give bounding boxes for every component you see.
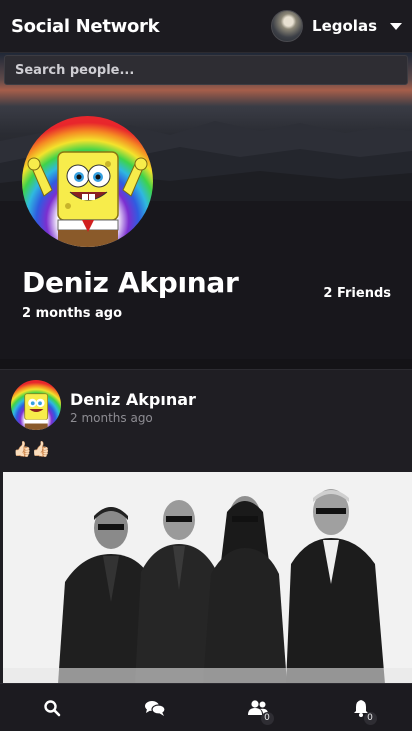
post-card: Deniz Akpınar 2 months ago 👍🏻👍🏻	[0, 369, 412, 683]
top-bar: Social Network Legolas	[0, 0, 412, 53]
spongebob-avatar-icon	[22, 116, 153, 247]
nav-friends-button[interactable]: 0	[233, 688, 283, 728]
post-timestamp: 2 months ago	[70, 411, 153, 425]
notifications-badge: 0	[363, 711, 377, 725]
search-input[interactable]	[5, 56, 407, 84]
band-photo-image	[3, 472, 412, 683]
nav-messages-button[interactable]	[130, 688, 180, 728]
app-title[interactable]: Social Network	[11, 16, 160, 37]
profile-avatar[interactable]	[22, 116, 153, 247]
user-name[interactable]: Legolas	[312, 17, 377, 35]
post-author-name[interactable]: Deniz Akpınar	[70, 390, 196, 409]
section-divider	[0, 359, 412, 369]
nav-search-button[interactable]	[27, 688, 77, 728]
spongebob-avatar-icon	[11, 380, 61, 430]
user-avatar[interactable]	[271, 10, 304, 42]
chat-icon	[144, 700, 166, 716]
search-icon	[43, 699, 60, 716]
post-author-avatar[interactable]	[11, 380, 61, 430]
friends-badge: 0	[260, 711, 274, 725]
user-menu[interactable]: Legolas	[271, 10, 402, 42]
search-bar[interactable]	[4, 55, 408, 85]
friends-count-link[interactable]: 2 Friends	[323, 286, 391, 301]
post-image[interactable]	[3, 472, 412, 683]
profile-name: Deniz Akpınar	[22, 266, 239, 299]
chevron-down-icon[interactable]	[390, 22, 402, 30]
profile-joined-time: 2 months ago	[22, 306, 123, 321]
bottom-navigation: 0 0	[0, 683, 412, 731]
nav-notifications-button[interactable]: 0	[336, 688, 386, 728]
post-text: 👍🏻👍🏻	[13, 440, 51, 458]
